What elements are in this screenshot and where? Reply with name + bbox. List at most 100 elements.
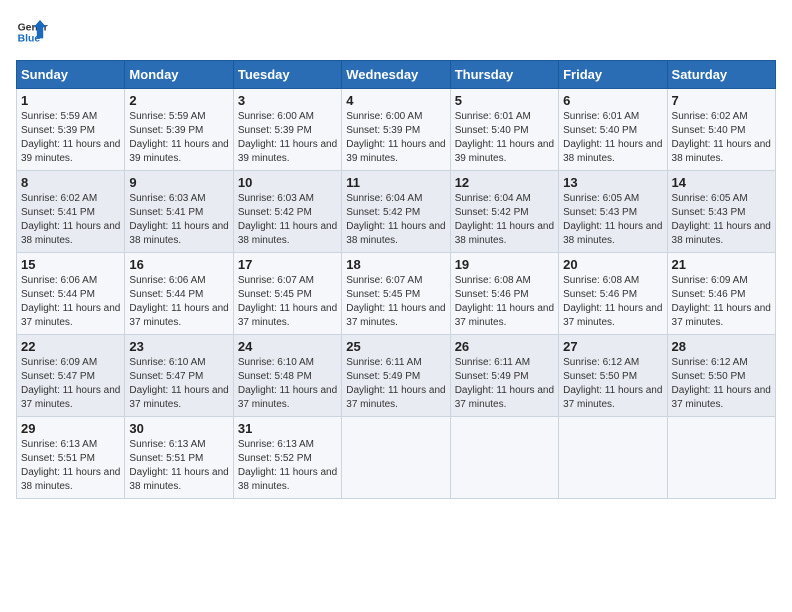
cell-info: Sunrise: 6:00 AMSunset: 5:39 PMDaylight:… [346,110,445,166]
day-number: 15 [21,257,120,272]
day-number: 27 [563,339,662,354]
calendar-header: SundayMondayTuesdayWednesdayThursdayFrid… [17,61,776,89]
calendar-table: SundayMondayTuesdayWednesdayThursdayFrid… [16,60,776,499]
calendar-cell: 30 Sunrise: 6:13 AMSunset: 5:51 PMDayligh… [125,417,233,499]
day-number: 22 [21,339,120,354]
day-number: 16 [129,257,228,272]
day-number: 11 [346,175,445,190]
calendar-week-row: 8 Sunrise: 6:02 AMSunset: 5:41 PMDaylight… [17,171,776,253]
cell-info: Sunrise: 6:11 AMSunset: 5:49 PMDaylight:… [346,356,445,412]
cell-info: Sunrise: 6:13 AMSunset: 5:51 PMDaylight:… [21,438,120,494]
cell-info: Sunrise: 6:06 AMSunset: 5:44 PMDaylight:… [21,274,120,330]
calendar-cell: 28 Sunrise: 6:12 AMSunset: 5:50 PMDayligh… [667,335,775,417]
calendar-cell: 20Sunrise: 6:08 AMSunset: 5:46 PMDayligh… [559,253,667,335]
cell-info: Sunrise: 6:08 AMSunset: 5:46 PMDaylight:… [455,274,554,330]
day-number: 31 [238,421,337,436]
cell-info: Sunrise: 6:11 AMSunset: 5:49 PMDaylight:… [455,356,554,412]
day-number: 24 [238,339,337,354]
day-number: 2 [129,93,228,108]
cell-info: Sunrise: 6:04 AMSunset: 5:42 PMDaylight:… [346,192,445,248]
page-header: General Blue [16,16,776,48]
day-number: 14 [672,175,771,190]
weekday-header: Tuesday [233,61,341,89]
calendar-cell [559,417,667,499]
calendar-cell: 3Sunrise: 6:00 AMSunset: 5:39 PMDaylight… [233,89,341,171]
cell-info: Sunrise: 6:10 AMSunset: 5:48 PMDaylight:… [238,356,337,412]
calendar-cell: 24 Sunrise: 6:10 AMSunset: 5:48 PMDayligh… [233,335,341,417]
cell-info: Sunrise: 6:07 AMSunset: 5:45 PMDaylight:… [238,274,337,330]
day-number: 21 [672,257,771,272]
calendar-cell: 9 Sunrise: 6:03 AMSunset: 5:41 PMDaylight… [125,171,233,253]
cell-info: Sunrise: 6:02 AMSunset: 5:40 PMDaylight:… [672,110,771,166]
calendar-cell: 1Sunrise: 5:59 AMSunset: 5:39 PMDaylight… [17,89,125,171]
calendar-cell: 25 Sunrise: 6:11 AMSunset: 5:49 PMDayligh… [342,335,450,417]
weekday-header: Saturday [667,61,775,89]
day-number: 26 [455,339,554,354]
calendar-cell [342,417,450,499]
day-number: 18 [346,257,445,272]
cell-info: Sunrise: 6:01 AMSunset: 5:40 PMDaylight:… [455,110,554,166]
cell-info: Sunrise: 6:12 AMSunset: 5:50 PMDaylight:… [563,356,662,412]
cell-info: Sunrise: 6:09 AMSunset: 5:47 PMDaylight:… [21,356,120,412]
cell-info: Sunrise: 6:10 AMSunset: 5:47 PMDaylight:… [129,356,228,412]
calendar-cell: 26 Sunrise: 6:11 AMSunset: 5:49 PMDayligh… [450,335,558,417]
day-number: 28 [672,339,771,354]
cell-info: Sunrise: 6:01 AMSunset: 5:40 PMDaylight:… [563,110,662,166]
cell-info: Sunrise: 6:07 AMSunset: 5:45 PMDaylight:… [346,274,445,330]
calendar-cell: 7 Sunrise: 6:02 AMSunset: 5:40 PMDaylight… [667,89,775,171]
day-number: 23 [129,339,228,354]
calendar-cell: 13 Sunrise: 6:05 AMSunset: 5:43 PMDayligh… [559,171,667,253]
calendar-cell: 29 Sunrise: 6:13 AMSunset: 5:51 PMDayligh… [17,417,125,499]
cell-info: Sunrise: 5:59 AMSunset: 5:39 PMDaylight:… [21,110,120,166]
day-number: 25 [346,339,445,354]
calendar-cell: 10Sunrise: 6:03 AMSunset: 5:42 PMDayligh… [233,171,341,253]
cell-info: Sunrise: 6:05 AMSunset: 5:43 PMDaylight:… [563,192,662,248]
cell-info: Sunrise: 6:13 AMSunset: 5:52 PMDaylight:… [238,438,337,494]
day-number: 4 [346,93,445,108]
day-number: 6 [563,93,662,108]
day-number: 5 [455,93,554,108]
weekday-header: Wednesday [342,61,450,89]
calendar-cell: 8 Sunrise: 6:02 AMSunset: 5:41 PMDaylight… [17,171,125,253]
calendar-cell: 2 Sunrise: 5:59 AMSunset: 5:39 PMDaylight… [125,89,233,171]
weekday-header: Friday [559,61,667,89]
calendar-body: 1Sunrise: 5:59 AMSunset: 5:39 PMDaylight… [17,89,776,499]
day-number: 29 [21,421,120,436]
day-number: 20 [563,257,662,272]
calendar-week-row: 15 Sunrise: 6:06 AMSunset: 5:44 PMDayligh… [17,253,776,335]
calendar-cell: 4 Sunrise: 6:00 AMSunset: 5:39 PMDaylight… [342,89,450,171]
calendar-cell [667,417,775,499]
calendar-cell: 21 Sunrise: 6:09 AMSunset: 5:46 PMDayligh… [667,253,775,335]
calendar-cell: 12 Sunrise: 6:04 AMSunset: 5:42 PMDayligh… [450,171,558,253]
day-number: 19 [455,257,554,272]
cell-info: Sunrise: 6:09 AMSunset: 5:46 PMDaylight:… [672,274,771,330]
cell-info: Sunrise: 6:03 AMSunset: 5:41 PMDaylight:… [129,192,228,248]
cell-info: Sunrise: 5:59 AMSunset: 5:39 PMDaylight:… [129,110,228,166]
calendar-cell: 14Sunrise: 6:05 AMSunset: 5:43 PMDayligh… [667,171,775,253]
calendar-cell: 11 Sunrise: 6:04 AMSunset: 5:42 PMDayligh… [342,171,450,253]
calendar-cell: 6 Sunrise: 6:01 AMSunset: 5:40 PMDaylight… [559,89,667,171]
calendar-cell: 27 Sunrise: 6:12 AMSunset: 5:50 PMDayligh… [559,335,667,417]
cell-info: Sunrise: 6:06 AMSunset: 5:44 PMDaylight:… [129,274,228,330]
calendar-week-row: 29 Sunrise: 6:13 AMSunset: 5:51 PMDayligh… [17,417,776,499]
calendar-cell: 31 Sunrise: 6:13 AMSunset: 5:52 PMDayligh… [233,417,341,499]
day-number: 9 [129,175,228,190]
weekday-header: Sunday [17,61,125,89]
day-number: 7 [672,93,771,108]
day-number: 8 [21,175,120,190]
day-number: 12 [455,175,554,190]
calendar-cell: 16 Sunrise: 6:06 AMSunset: 5:44 PMDayligh… [125,253,233,335]
cell-info: Sunrise: 6:04 AMSunset: 5:42 PMDaylight:… [455,192,554,248]
day-number: 30 [129,421,228,436]
calendar-cell: 22 Sunrise: 6:09 AMSunset: 5:47 PMDayligh… [17,335,125,417]
logo-icon: General Blue [16,16,48,48]
cell-info: Sunrise: 6:12 AMSunset: 5:50 PMDaylight:… [672,356,771,412]
cell-info: Sunrise: 6:13 AMSunset: 5:51 PMDaylight:… [129,438,228,494]
calendar-week-row: 1Sunrise: 5:59 AMSunset: 5:39 PMDaylight… [17,89,776,171]
calendar-cell: 15 Sunrise: 6:06 AMSunset: 5:44 PMDayligh… [17,253,125,335]
cell-info: Sunrise: 6:02 AMSunset: 5:41 PMDaylight:… [21,192,120,248]
day-number: 13 [563,175,662,190]
calendar-cell: 18 Sunrise: 6:07 AMSunset: 5:45 PMDayligh… [342,253,450,335]
calendar-cell [450,417,558,499]
logo: General Blue [16,16,48,48]
